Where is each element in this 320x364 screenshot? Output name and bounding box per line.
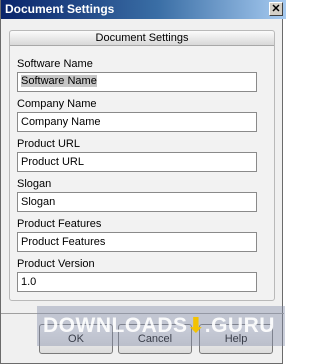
product-features-input[interactable] [17, 232, 257, 252]
slogan-label: Slogan [17, 178, 52, 190]
cancel-button[interactable]: Cancel [118, 324, 192, 354]
software-name-input[interactable] [17, 72, 257, 92]
product-features-label: Product Features [17, 218, 102, 230]
product-version-input[interactable] [17, 272, 257, 292]
footer-divider [1, 313, 284, 314]
settings-panel: Document Settings Software Name Software… [9, 30, 275, 301]
software-name-label: Software Name [17, 58, 93, 70]
slogan-input[interactable] [17, 192, 257, 212]
company-name-label: Company Name [17, 98, 97, 110]
document-settings-window: Document Settings ✕ Document Settings So… [0, 0, 286, 364]
panel-header: Document Settings [10, 31, 274, 46]
close-button[interactable]: ✕ [269, 2, 283, 16]
ok-button[interactable]: OK [39, 324, 113, 354]
product-url-input[interactable] [17, 152, 257, 172]
company-name-input[interactable] [17, 112, 257, 132]
window-title: Document Settings [5, 2, 115, 16]
title-bar[interactable]: Document Settings ✕ [1, 0, 286, 19]
close-icon: ✕ [271, 3, 281, 15]
product-version-label: Product Version [17, 258, 95, 270]
help-button[interactable]: Help [199, 324, 273, 354]
product-url-label: Product URL [17, 138, 80, 150]
